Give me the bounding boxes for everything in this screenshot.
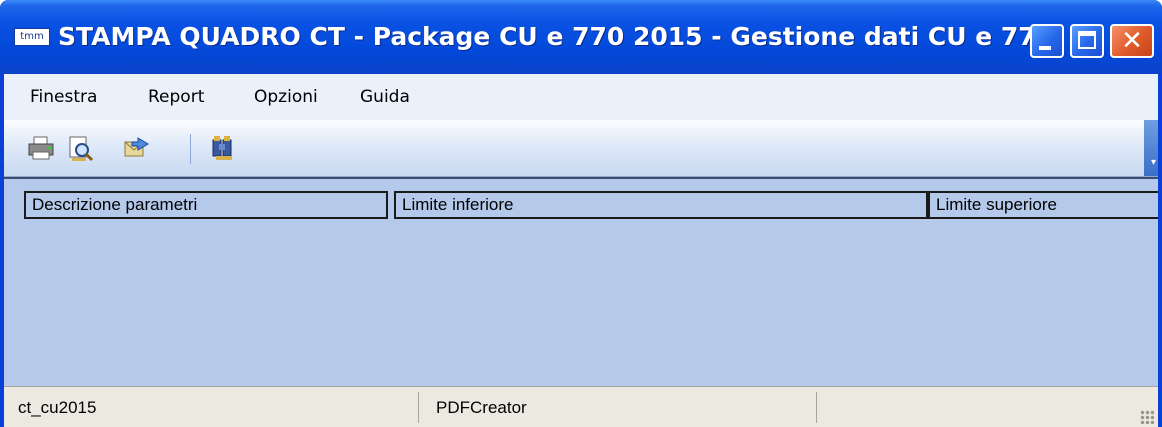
print-preview-icon[interactable] xyxy=(66,134,96,162)
menu-opzioni[interactable]: Opzioni xyxy=(254,74,318,120)
status-module: ct_cu2015 xyxy=(18,398,97,417)
window-title: STAMPA QUADRO CT - Package CU e 770 2015… xyxy=(58,22,1054,51)
column-header-descrizione[interactable]: Descrizione parametri xyxy=(24,191,388,219)
status-bar: ct_cu2015 PDFCreator xyxy=(4,386,1158,427)
toolbar: ▾ xyxy=(4,120,1158,177)
chevron-down-icon: ▾ xyxy=(1150,157,1156,168)
menu-finestra[interactable]: Finestra xyxy=(30,74,97,120)
resize-grip[interactable] xyxy=(1140,410,1154,424)
parameters-table: Descrizione parametri Limite inferiore L… xyxy=(4,177,1158,387)
status-separator xyxy=(816,392,817,423)
toolbar-separator xyxy=(190,134,191,164)
menu-guida[interactable]: Guida xyxy=(360,74,410,120)
status-printer: PDFCreator xyxy=(436,398,527,417)
menu-report[interactable]: Report xyxy=(148,74,204,120)
maximize-button[interactable] xyxy=(1070,24,1104,58)
menu-bar: Finestra Report Opzioni Guida xyxy=(4,74,1158,121)
maximize-icon xyxy=(1078,31,1096,49)
status-separator xyxy=(418,392,419,423)
app-icon[interactable]: tmm xyxy=(14,28,50,46)
export-icon[interactable] xyxy=(122,134,152,162)
minimize-icon xyxy=(1039,46,1051,50)
find-icon[interactable] xyxy=(210,134,240,162)
print-icon[interactable] xyxy=(26,134,56,162)
column-header-limite-superiore[interactable]: Limite superiore xyxy=(928,191,1158,219)
column-header-limite-inferiore[interactable]: Limite inferiore xyxy=(394,191,928,219)
minimize-button[interactable] xyxy=(1030,24,1064,58)
close-button[interactable]: ✕ xyxy=(1110,24,1154,58)
title-bar[interactable]: tmm STAMPA QUADRO CT - Package CU e 770 … xyxy=(0,0,1162,74)
close-icon: ✕ xyxy=(1121,26,1143,56)
app-window: tmm STAMPA QUADRO CT - Package CU e 770 … xyxy=(0,0,1162,427)
toolbar-overflow-button[interactable]: ▾ xyxy=(1144,120,1158,176)
